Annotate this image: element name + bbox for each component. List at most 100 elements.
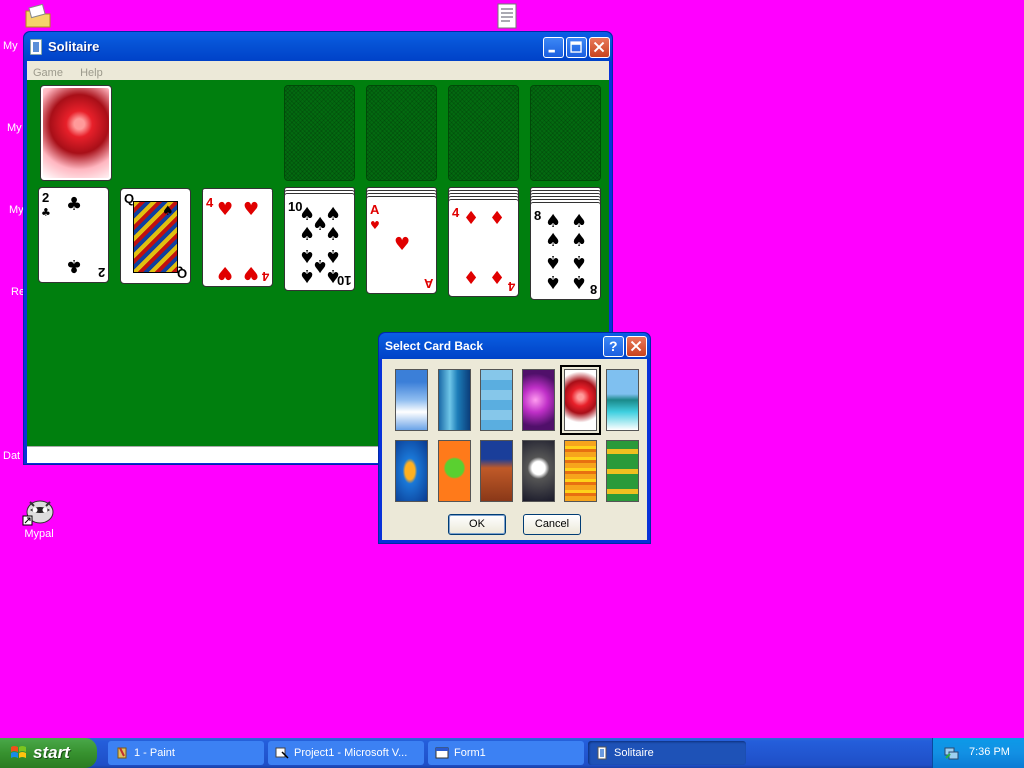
card-rank: 8 xyxy=(589,282,597,297)
taskbar-item-project1[interactable]: Project1 - Microsoft V... xyxy=(268,741,424,765)
spade-icon: ♠ xyxy=(545,211,562,232)
card-rank: A xyxy=(423,276,433,291)
card-rank: 8 xyxy=(534,208,542,223)
window-title: Solitaire xyxy=(48,39,100,54)
spade-icon: ♠ xyxy=(325,224,342,245)
spade-icon: ♠ xyxy=(299,224,316,245)
stock-pile[interactable] xyxy=(40,85,112,181)
taskbar-item-solitaire[interactable]: Solitaire xyxy=(588,741,746,765)
foundation-slot-3[interactable] xyxy=(448,85,519,181)
diamond-icon: ♦ xyxy=(463,268,480,289)
heart-icon: ♥ xyxy=(370,219,380,232)
form-window-icon xyxy=(435,747,449,759)
card-back-orange-stripes[interactable] xyxy=(564,440,597,502)
ok-button[interactable]: OK xyxy=(448,514,506,535)
cancel-button[interactable]: Cancel xyxy=(523,514,581,535)
network-icon[interactable] xyxy=(943,745,959,761)
tableau-card-4[interactable]: 10 ♠ ♠ ♠ ♠ ♠ ♠ ♠ ♠ ♠ ♠ 10 xyxy=(284,187,355,291)
club-icon: ♣ xyxy=(66,194,83,215)
spade-icon: ♠ xyxy=(571,271,588,292)
desktop-icon-my-documents[interactable] xyxy=(24,2,52,30)
heart-icon: ♥ xyxy=(394,234,411,255)
desktop-label-data: Dat xyxy=(3,450,21,462)
dialog-titlebar[interactable]: Select Card Back ? xyxy=(379,333,650,359)
taskbar-item-label: 1 - Paint xyxy=(134,747,175,759)
system-tray: 7:36 PM xyxy=(932,738,1024,768)
card-back-tropical-fish[interactable] xyxy=(395,440,428,502)
minimize-button[interactable] xyxy=(543,37,564,58)
tableau-card-1[interactable]: 2 ♣ ♣ ♣ 2 xyxy=(38,187,109,283)
heart-icon: ♥ xyxy=(217,199,234,220)
taskbar-item-paint[interactable]: 1 - Paint xyxy=(108,741,264,765)
desktop-label-my-documents: My xyxy=(3,40,18,52)
windows-logo-icon xyxy=(11,746,26,758)
start-button[interactable]: start xyxy=(0,738,97,768)
text-file-icon xyxy=(497,3,517,29)
window-titlebar[interactable]: Solitaire xyxy=(24,32,612,61)
spade-icon: ♠ xyxy=(299,265,316,286)
card-back-sky-clouds[interactable] xyxy=(395,369,428,431)
card-back-blue-glass[interactable] xyxy=(438,369,471,431)
spade-icon: ♠ xyxy=(162,204,174,219)
menu-game[interactable]: Game xyxy=(27,65,69,81)
tableau-card-2[interactable]: Q ♠ Q xyxy=(120,188,191,284)
solitaire-app-icon xyxy=(30,39,42,55)
close-icon xyxy=(593,41,605,53)
card-rank: 4 xyxy=(507,279,515,294)
spade-icon: ♠ xyxy=(545,230,562,251)
heart-icon: ♥ xyxy=(243,262,260,283)
tableau-card-3[interactable]: 4 ♥ ♥ ♥ ♥ 4 xyxy=(202,188,273,287)
desktop-label-my-computer: My xyxy=(7,122,22,134)
spade-icon: ♠ xyxy=(571,251,588,272)
help-icon: ? xyxy=(609,338,618,354)
stacked-card-edge xyxy=(448,199,519,202)
menu-help[interactable]: Help xyxy=(74,65,109,81)
card-back-frog[interactable] xyxy=(438,440,471,502)
diamond-icon: ♦ xyxy=(463,208,480,229)
diamond-icon: ♦ xyxy=(489,268,506,289)
card-back-purple-lights[interactable] xyxy=(522,369,555,431)
select-card-back-dialog: Select Card Back ? OK Cancel xyxy=(378,332,651,544)
spade-icon: ♠ xyxy=(545,271,562,292)
dialog-title: Select Card Back xyxy=(385,339,484,353)
card-back-red-sphere xyxy=(43,88,109,178)
card-rank: Q xyxy=(176,266,187,281)
desktop-icon-mypal[interactable]: Mypal xyxy=(4,496,74,540)
card-back-red-sphere[interactable] xyxy=(560,365,601,435)
spade-icon: ♠ xyxy=(571,211,588,232)
foundation-slot-2[interactable] xyxy=(366,85,437,181)
spade-icon: ♠ xyxy=(571,230,588,251)
close-button[interactable] xyxy=(589,37,610,58)
maximize-button[interactable] xyxy=(566,37,587,58)
card-back-blue-tiles[interactable] xyxy=(480,369,513,431)
card-rank: 4 xyxy=(261,269,269,284)
tableau-card-5[interactable]: A ♥ ♥ A xyxy=(366,187,437,294)
desktop-label-mypal: Mypal xyxy=(24,528,54,540)
dialog-body: OK Cancel xyxy=(382,359,647,540)
card-rank: 4 xyxy=(452,205,460,220)
stacked-card-edge xyxy=(366,196,437,199)
raccoon-icon xyxy=(22,500,54,526)
foundation-slot-1[interactable] xyxy=(284,85,355,181)
card-back-astronaut[interactable] xyxy=(522,440,555,502)
start-label: start xyxy=(33,743,70,762)
card-back-desert-dunes[interactable] xyxy=(480,440,513,502)
tableau-card-6[interactable]: 4 ♦ ♦ ♦ ♦ 4 xyxy=(448,187,519,297)
card-rank: 10 xyxy=(336,273,351,288)
card-back-beach-palms[interactable] xyxy=(606,369,639,431)
card-back-cars[interactable] xyxy=(606,440,639,502)
stacked-card-edge xyxy=(284,193,355,196)
card-rank: 2 xyxy=(42,190,50,205)
spade-icon: ♠ xyxy=(545,251,562,272)
diamond-icon: ♦ xyxy=(489,208,506,229)
help-button[interactable]: ? xyxy=(603,336,624,357)
foundation-slot-4[interactable] xyxy=(530,85,601,181)
desktop-icon-notepad-file[interactable] xyxy=(497,3,517,29)
dialog-close-button[interactable] xyxy=(626,336,647,357)
maximize-icon xyxy=(570,41,582,53)
heart-icon: ♥ xyxy=(217,262,234,283)
tableau-card-7[interactable]: 8 ♠ ♠ ♠ ♠ ♠ ♠ ♠ ♠ 8 xyxy=(530,187,601,300)
minimize-icon xyxy=(548,49,555,53)
clock[interactable]: 7:36 PM xyxy=(969,746,1010,758)
taskbar-item-form1[interactable]: Form1 xyxy=(428,741,584,765)
